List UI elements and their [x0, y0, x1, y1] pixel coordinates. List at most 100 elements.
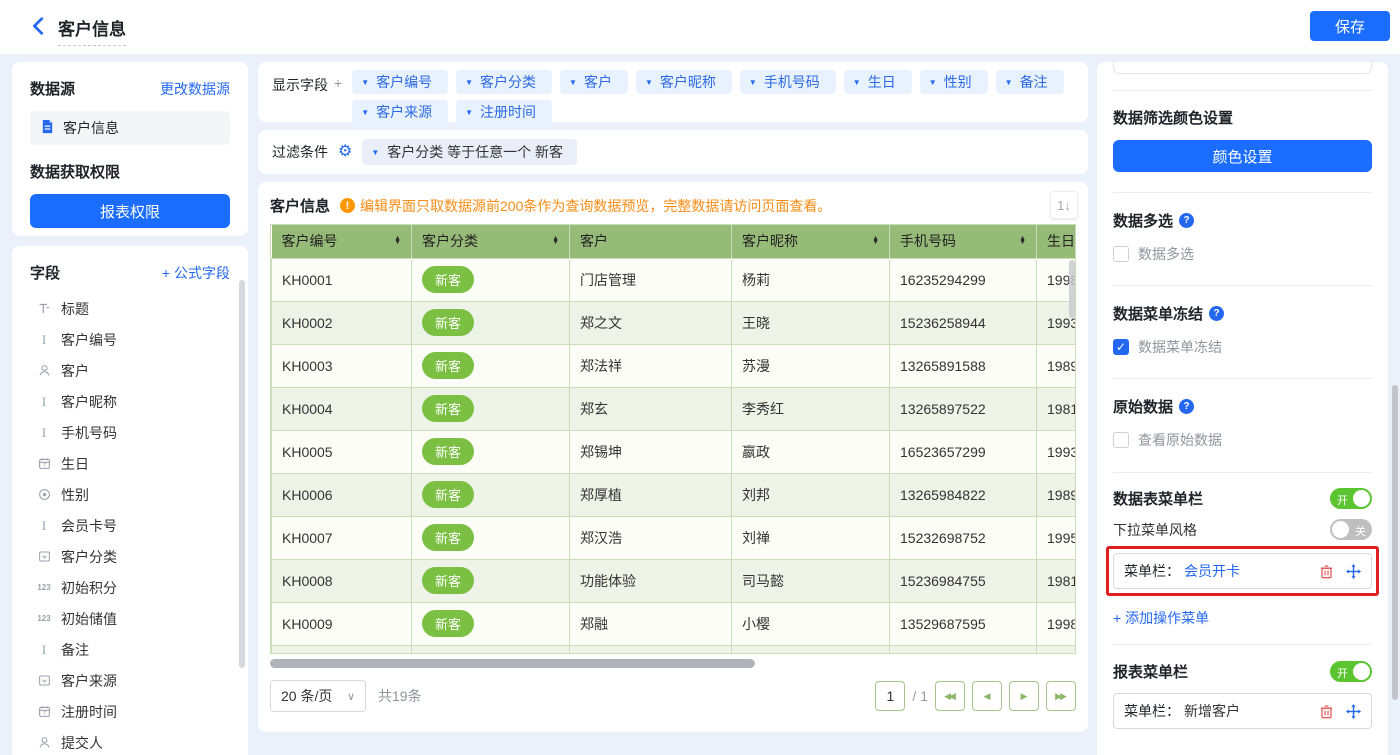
column-header-客户分类[interactable]: 客户分类▲▼ [412, 225, 570, 258]
table-menu-item[interactable]: 菜单栏： 会员开卡 [1113, 553, 1372, 589]
first-page-button[interactable]: ◀◀ [935, 681, 965, 711]
table-row[interactable]: KH0004新客郑玄李秀红132658975221981-06 [272, 387, 1077, 430]
table-cell: 15236984755 [890, 559, 1037, 602]
table-row[interactable]: KH0006新客郑厚植刘邦132659848221989-11 [272, 473, 1077, 516]
help-icon[interactable]: ? [1179, 399, 1194, 414]
report-menu-toggle-on[interactable]: 开 [1330, 661, 1372, 682]
sort-arrows-icon[interactable]: ▲▼ [552, 237, 559, 245]
field-item-手机号码[interactable]: I手机号码 [30, 417, 230, 448]
category-cell: 新客 [412, 301, 570, 344]
filter-condition-tag[interactable]: ▼ 客户分类 等于任意一个 新客 [362, 139, 577, 165]
sort-arrows-icon[interactable]: ▲▼ [872, 237, 879, 245]
field-item-客户编号[interactable]: I客户编号 [30, 324, 230, 355]
column-header-客户昵称[interactable]: 客户昵称▲▼ [732, 225, 890, 258]
tag-label: 生日 [868, 72, 896, 92]
field-item-客户昵称[interactable]: I客户昵称 [30, 386, 230, 417]
display-field-tag-客户来源[interactable]: ▼客户来源 [352, 100, 448, 124]
datasource-item[interactable]: 客户信息 [30, 111, 230, 145]
checkbox-unchecked-icon[interactable] [1113, 246, 1129, 262]
display-field-tag-客户[interactable]: ▼客户 [560, 70, 628, 94]
table-row[interactable]: KH0008新客功能体验司马懿152369847551981-06 [272, 559, 1077, 602]
table-row[interactable]: KH0002新客郑之文王晓152362589441993-08 [272, 301, 1077, 344]
display-field-tag-生日[interactable]: ▼生日 [844, 70, 912, 94]
display-field-tag-备注[interactable]: ▼备注 [996, 70, 1064, 94]
select-icon [36, 674, 52, 687]
settings-panel: 数据筛选颜色设置 颜色设置 数据多选 ? 数据多选 数据菜单冻结 ? ✓ 数据菜… [1097, 62, 1388, 755]
calendar-icon: 7 [36, 705, 52, 718]
display-field-tag-客户分类[interactable]: ▼客户分类 [456, 70, 552, 94]
window-scrollbar[interactable] [1392, 385, 1398, 700]
page-size-select[interactable]: 20 条/页 ∨ [270, 680, 366, 712]
column-header-手机号码[interactable]: 手机号码▲▼ [890, 225, 1037, 258]
field-item-性别[interactable]: 性别 [30, 479, 230, 510]
menu-item-value[interactable]: 会员开卡 [1184, 561, 1240, 581]
move-icon[interactable] [1346, 564, 1361, 579]
add-display-field-icon[interactable]: + [334, 75, 342, 91]
display-field-tag-手机号码[interactable]: ▼手机号码 [740, 70, 836, 94]
field-item-客户[interactable]: 客户 [30, 355, 230, 386]
change-datasource-link[interactable]: 更改数据源 [160, 79, 230, 99]
table-cell: 13265897522 [890, 387, 1037, 430]
last-page-button[interactable]: ▶▶ [1046, 681, 1076, 711]
category-badge: 新客 [422, 524, 474, 551]
field-item-初始储值[interactable]: 123初始储值 [30, 603, 230, 634]
column-header-客户编号[interactable]: 客户编号▲▼ [272, 225, 412, 258]
fields-scrollbar[interactable] [239, 280, 245, 668]
field-item-客户分类[interactable]: 客户分类 [30, 541, 230, 572]
table-row[interactable]: KH0007新客郑汉浩刘禅152326987521995-01 [272, 516, 1077, 559]
display-field-tag-客户昵称[interactable]: ▼客户昵称 [636, 70, 732, 94]
category-cell: 新客 [412, 602, 570, 645]
display-field-tag-客户编号[interactable]: ▼客户编号 [352, 70, 448, 94]
help-icon[interactable]: ? [1209, 306, 1224, 321]
add-action-menu-link[interactable]: + 添加操作菜单 [1113, 608, 1209, 628]
report-permission-button[interactable]: 报表权限 [30, 194, 230, 228]
field-item-提交人[interactable]: 提交人 [30, 727, 230, 755]
table-cell: 郑锡坤 [570, 430, 732, 473]
table-row[interactable]: KH0001新客门店管理杨莉162352942991998-05 [272, 258, 1077, 301]
sort-order-icon[interactable]: 1↓ [1050, 191, 1078, 219]
field-item-初始积分[interactable]: 123初始积分 [30, 572, 230, 603]
field-item-备注[interactable]: I备注 [30, 634, 230, 665]
trash-icon[interactable] [1319, 564, 1334, 579]
color-settings-button[interactable]: 颜色设置 [1113, 140, 1372, 172]
divider [1113, 285, 1372, 286]
sort-arrows-icon[interactable]: ▲▼ [394, 237, 401, 245]
trash-icon[interactable] [1319, 704, 1334, 719]
save-button[interactable]: 保存 [1310, 11, 1390, 41]
raw-data-checkbox-row[interactable]: 查看原始数据 [1113, 430, 1372, 450]
table-row[interactable]: KH0003新客郑法祥苏漫132658915881989-11 [272, 344, 1077, 387]
field-item-注册时间[interactable]: 7注册时间 [30, 696, 230, 727]
dropdown-style-toggle-off[interactable]: 关 [1330, 519, 1372, 540]
back-icon[interactable] [28, 15, 52, 39]
field-item-标题[interactable]: 标题 [30, 293, 230, 324]
help-icon[interactable]: ? [1179, 213, 1194, 228]
table-horizontal-scrollbar[interactable] [270, 659, 755, 668]
checkbox-checked-icon[interactable]: ✓ [1113, 339, 1129, 355]
display-field-tag-注册时间[interactable]: ▼注册时间 [456, 100, 552, 124]
gear-icon[interactable]: ⚙ [338, 144, 352, 160]
field-item-生日[interactable]: 7生日 [30, 448, 230, 479]
report-menu-item[interactable]: 菜单栏： 新增客户 [1113, 693, 1372, 729]
table-cell: 郑玄 [570, 387, 732, 430]
table-menu-toggle-on[interactable]: 开 [1330, 488, 1372, 509]
scrolled-item-partial [1113, 62, 1372, 74]
freeze-checkbox-row[interactable]: ✓ 数据菜单冻结 [1113, 337, 1372, 357]
sort-arrows-icon[interactable]: ▲▼ [1019, 237, 1026, 245]
multiselect-checkbox-row[interactable]: 数据多选 [1113, 244, 1372, 264]
prev-page-button[interactable]: ◀ [972, 681, 1002, 711]
report-menu-item-value[interactable]: 新增客户 [1184, 701, 1240, 721]
table-row[interactable]: KH0005新客郑锡坤嬴政165236572991993-08 [272, 430, 1077, 473]
display-field-tag-性别[interactable]: ▼性别 [920, 70, 988, 94]
field-item-会员卡号[interactable]: I会员卡号 [30, 510, 230, 541]
table-vertical-scrollbar[interactable] [1069, 260, 1075, 318]
table-row[interactable]: KH0009新客郑融小樱135296875951998-05 [272, 602, 1077, 645]
checkbox-unchecked-icon[interactable] [1113, 432, 1129, 448]
field-item-客户来源[interactable]: 客户来源 [30, 665, 230, 696]
tag-label: 备注 [1020, 72, 1048, 92]
move-icon[interactable] [1346, 704, 1361, 719]
next-page-button[interactable]: ▶ [1009, 681, 1039, 711]
current-page-input[interactable]: 1 [875, 681, 905, 711]
table-cell: 功能体验 [570, 559, 732, 602]
add-formula-field-link[interactable]: + 公式字段 [162, 263, 230, 283]
table-row[interactable]: 新客 [272, 645, 1077, 654]
